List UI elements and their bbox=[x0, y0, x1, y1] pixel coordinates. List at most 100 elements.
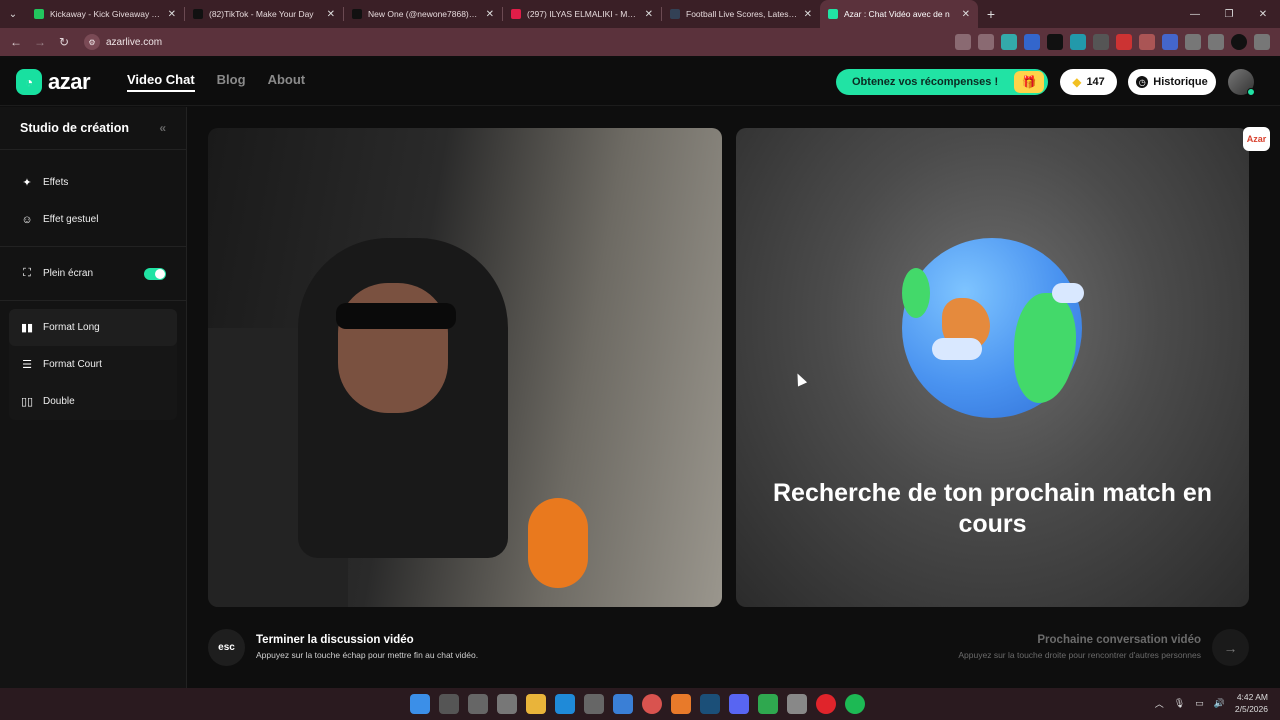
windows-start-icon[interactable] bbox=[410, 694, 430, 714]
tab-title: Football Live Scores, Latest Foo bbox=[686, 9, 798, 19]
app-header: ◔ azar Video Chat Blog About Obtenez vos… bbox=[0, 58, 1280, 106]
app-icon[interactable] bbox=[787, 694, 807, 714]
nav-blog[interactable]: Blog bbox=[217, 72, 246, 92]
app-icon[interactable] bbox=[758, 694, 778, 714]
maximize-icon[interactable]: ❐ bbox=[1212, 9, 1246, 20]
browser-tab[interactable]: (297) ILYAS ELMALIKI - Moul ch ✕ bbox=[503, 0, 661, 28]
site-info-icon[interactable]: ⚙ bbox=[84, 34, 100, 50]
extension-icon[interactable] bbox=[1116, 34, 1132, 50]
tab-title: New One (@newone7868) | TikTok bbox=[368, 9, 480, 19]
profile-icon[interactable] bbox=[1231, 34, 1247, 50]
split-vertical-icon: ▮▮ bbox=[20, 322, 34, 334]
tab-close-icon[interactable]: ✕ bbox=[962, 9, 970, 20]
browser-tab-active[interactable]: Azar : Chat Vidéo avec de n ✕ bbox=[820, 0, 978, 28]
wand-icon: ✦ bbox=[22, 177, 32, 189]
clock-time: 4:42 AM bbox=[1236, 692, 1268, 702]
sidebar-header: Studio de création « bbox=[0, 107, 186, 150]
arrow-right-icon: → bbox=[1223, 639, 1238, 656]
format-double-option[interactable]: ▯▯ Double bbox=[9, 383, 177, 420]
gems-counter[interactable]: ◆ 147 bbox=[1060, 69, 1117, 95]
system-clock[interactable]: 4:42 AM 2/5/2026 bbox=[1235, 691, 1268, 715]
tab-favicon-icon bbox=[193, 9, 203, 19]
mail-icon[interactable] bbox=[613, 694, 633, 714]
settings-icon[interactable] bbox=[497, 694, 517, 714]
volume-icon[interactable]: 🔊 bbox=[1214, 698, 1225, 709]
gift-icon: 🎁 bbox=[1014, 71, 1044, 93]
extension-icon[interactable] bbox=[1001, 34, 1017, 50]
new-tab-button[interactable]: + bbox=[978, 6, 1004, 22]
chrome-icon[interactable] bbox=[642, 694, 662, 714]
puzzle-icon[interactable] bbox=[1185, 34, 1201, 50]
extension-icon[interactable] bbox=[1139, 34, 1155, 50]
end-chat-button[interactable]: esc bbox=[208, 629, 245, 666]
tab-close-icon[interactable]: ✕ bbox=[804, 9, 812, 20]
tab-close-icon[interactable]: ✕ bbox=[645, 9, 653, 20]
tab-close-icon[interactable]: ✕ bbox=[327, 9, 335, 20]
extension-icon[interactable] bbox=[1162, 34, 1178, 50]
tray-chevron-icon[interactable]: ︿ bbox=[1155, 697, 1164, 710]
next-chat-button[interactable]: → bbox=[1212, 629, 1249, 666]
edge-icon[interactable] bbox=[555, 694, 575, 714]
forward-arrow-icon[interactable]: → bbox=[28, 35, 52, 49]
sidebar-item-label: Plein écran bbox=[43, 268, 94, 279]
back-arrow-icon[interactable]: ← bbox=[4, 35, 28, 49]
opera-icon[interactable] bbox=[816, 694, 836, 714]
browser-tab[interactable]: New One (@newone7868) | TikTok ✕ bbox=[344, 0, 502, 28]
user-avatar[interactable] bbox=[1228, 69, 1255, 96]
azar-logo[interactable]: ◔ azar bbox=[16, 69, 91, 95]
format-long-option[interactable]: ▮▮ Format Long bbox=[9, 309, 177, 346]
history-button[interactable]: ◷ Historique bbox=[1128, 69, 1216, 95]
nav-about[interactable]: About bbox=[268, 72, 306, 92]
spotify-icon[interactable] bbox=[845, 694, 865, 714]
sidebar-item-plein-ecran[interactable]: ⛶ Plein écran bbox=[0, 255, 186, 292]
url-field[interactable]: ⚙ azarlive.com bbox=[84, 34, 162, 50]
bookmark-star-icon[interactable] bbox=[978, 34, 994, 50]
double-icon: ▯▯ bbox=[20, 396, 34, 408]
minimize-icon[interactable]: — bbox=[1178, 9, 1212, 20]
menu-dots-icon[interactable] bbox=[1254, 34, 1270, 50]
network-icon[interactable]: ▭ bbox=[1195, 698, 1204, 709]
download-icon[interactable] bbox=[1093, 34, 1109, 50]
extension-icon[interactable] bbox=[1024, 34, 1040, 50]
next-chat-hint: Appuyez sur la touche droite pour rencon… bbox=[958, 650, 1201, 660]
task-view-icon[interactable] bbox=[468, 694, 488, 714]
tab-favicon-icon bbox=[828, 9, 838, 19]
window-controls: — ❐ ✕ bbox=[1178, 0, 1280, 28]
online-status-dot bbox=[1247, 88, 1255, 96]
format-label: Format Court bbox=[43, 359, 102, 370]
browser-tab[interactable]: (82)TikTok - Make Your Day ✕ bbox=[185, 0, 343, 28]
file-explorer-icon[interactable] bbox=[526, 694, 546, 714]
cast-icon[interactable] bbox=[955, 34, 971, 50]
rewards-button[interactable]: Obtenez vos récompenses ! 🎁 bbox=[836, 69, 1048, 95]
tab-favicon-icon bbox=[352, 9, 362, 19]
nav-video-chat[interactable]: Video Chat bbox=[127, 72, 195, 92]
app-icon[interactable] bbox=[671, 694, 691, 714]
sidebar-item-effet-gestuel[interactable]: ☺ Effet gestuel bbox=[0, 201, 186, 238]
close-window-icon[interactable]: ✕ bbox=[1246, 9, 1280, 20]
azar-badge[interactable]: Azar bbox=[1243, 127, 1270, 151]
collapse-sidebar-icon[interactable]: « bbox=[159, 121, 166, 135]
sidebar-item-effets[interactable]: ✦ Effets bbox=[0, 164, 186, 201]
search-icon[interactable] bbox=[439, 694, 459, 714]
globe-illustration bbox=[902, 238, 1084, 418]
tab-close-icon[interactable]: ✕ bbox=[486, 9, 494, 20]
sidebar-title: Studio de création bbox=[20, 121, 130, 135]
store-icon[interactable] bbox=[584, 694, 604, 714]
partner-video-placeholder: Recherche de ton prochain match en cours bbox=[736, 128, 1249, 607]
extension-icon[interactable] bbox=[1070, 34, 1086, 50]
gems-count: 147 bbox=[1086, 76, 1105, 88]
browser-tab[interactable]: Kickaway - Kick Giveaway Tool ✕ bbox=[26, 0, 184, 28]
reload-icon[interactable]: ↻ bbox=[52, 35, 76, 49]
side-panel-icon[interactable] bbox=[1208, 34, 1224, 50]
tab-search-chevron-icon[interactable]: ⌄ bbox=[0, 0, 26, 28]
extension-icon[interactable] bbox=[1047, 34, 1063, 50]
fullscreen-toggle[interactable] bbox=[144, 267, 166, 280]
microphone-icon[interactable]: 🎙 bbox=[1174, 698, 1185, 709]
extensions-toolbar bbox=[955, 34, 1270, 50]
discord-icon[interactable] bbox=[729, 694, 749, 714]
format-court-option[interactable]: ☰ Format Court bbox=[9, 346, 177, 383]
steam-icon[interactable] bbox=[700, 694, 720, 714]
tab-close-icon[interactable]: ✕ bbox=[168, 9, 176, 20]
tab-title: (297) ILYAS ELMALIKI - Moul ch bbox=[527, 9, 639, 19]
browser-tab[interactable]: Football Live Scores, Latest Foo ✕ bbox=[662, 0, 820, 28]
